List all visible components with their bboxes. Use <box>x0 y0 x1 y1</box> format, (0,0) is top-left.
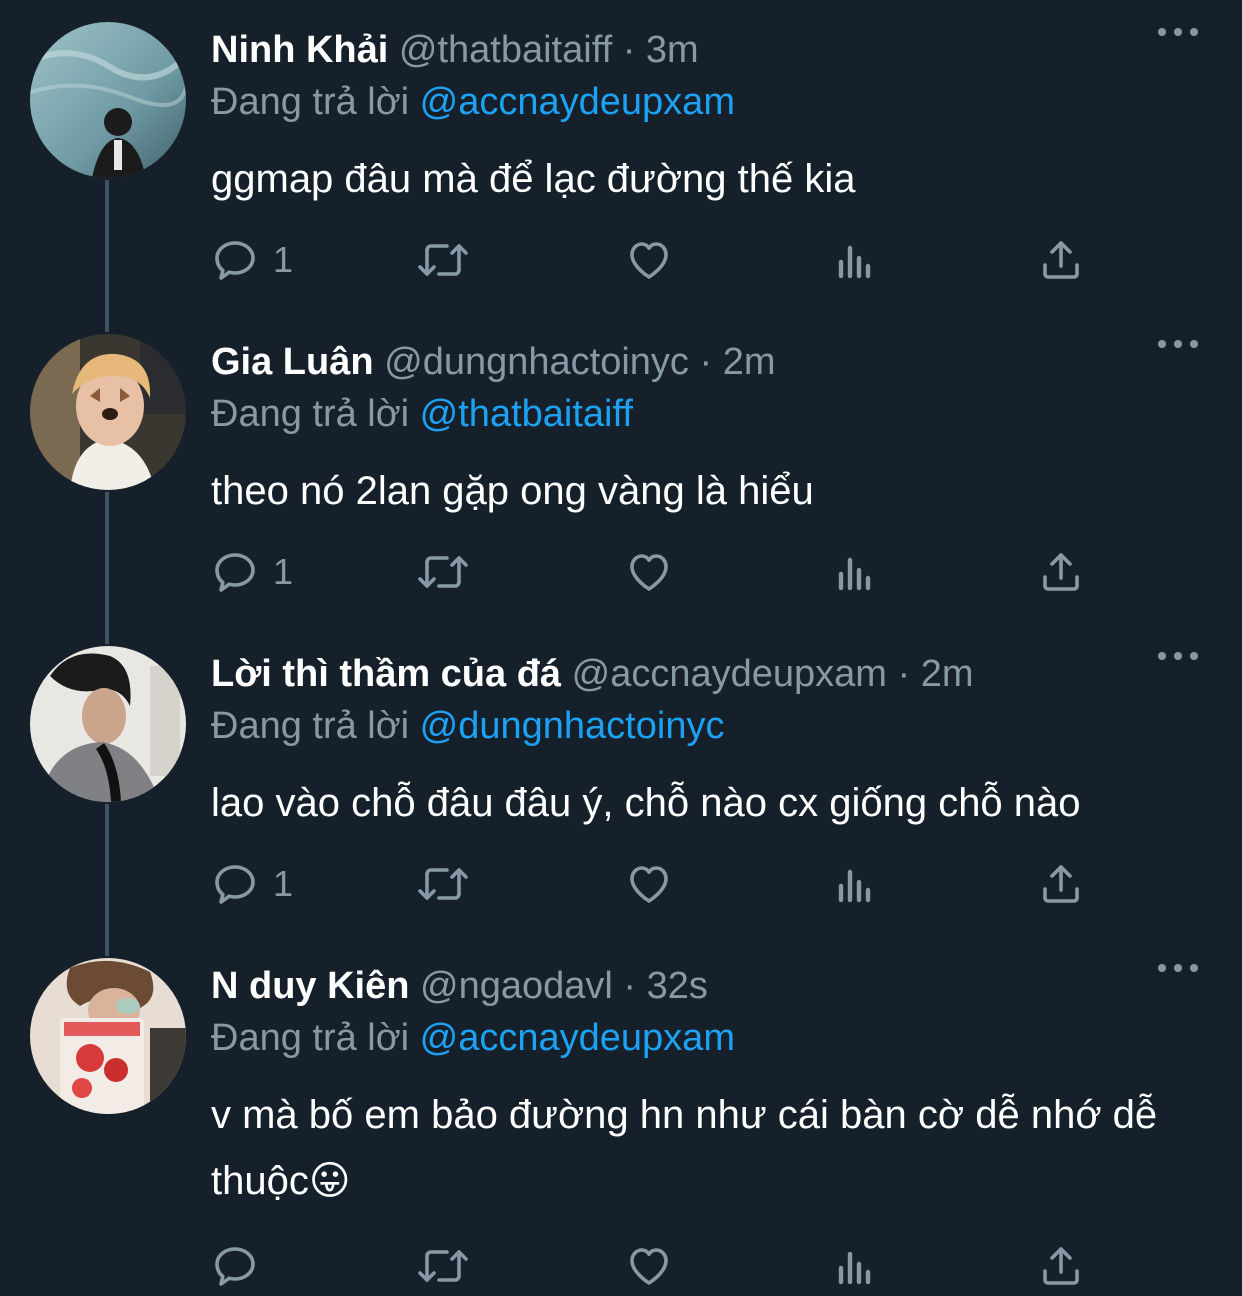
reply-context: Đang trả lời @accnaydeupxam <box>211 1016 735 1060</box>
like-icon <box>630 242 668 279</box>
share-button[interactable] <box>1037 854 1085 914</box>
share-button[interactable] <box>1037 542 1085 602</box>
reply-mention-link[interactable]: @accnaydeupxam <box>420 81 735 123</box>
retweet-button[interactable] <box>415 854 471 914</box>
action-bar: 1 <box>211 230 1111 290</box>
reply-context: Đang trả lời @accnaydeupxam <box>211 80 735 124</box>
avatar[interactable] <box>30 646 186 802</box>
reply-icon <box>215 553 255 592</box>
more-options-icon[interactable] <box>1158 956 1198 980</box>
like-button[interactable] <box>625 1236 673 1296</box>
more-options-icon[interactable] <box>1158 332 1198 356</box>
reply-button[interactable]: 1 <box>211 854 293 914</box>
reply-mention-link[interactable]: @accnaydeupxam <box>420 1017 735 1059</box>
tweet-text: v mà bố em bảo đường hn như cái bàn cờ d… <box>211 1093 1158 1203</box>
avatar[interactable] <box>30 958 186 1114</box>
display-name[interactable]: N duy Kiên <box>211 965 409 1007</box>
handle[interactable]: @accnaydeupxam <box>572 653 887 695</box>
reply-prefix: Đang trả lời <box>211 1017 410 1059</box>
more-options-icon[interactable] <box>1158 20 1198 44</box>
analytics-button[interactable] <box>831 854 879 914</box>
retweet-icon <box>418 1250 468 1282</box>
tweet-text: theo nó 2lan gặp ong vàng là hiểu <box>211 469 814 513</box>
reply-button[interactable]: 1 <box>211 230 293 290</box>
display-name[interactable]: Ninh Khải <box>211 29 388 71</box>
reply-button[interactable]: 1 <box>211 542 293 602</box>
reply-context: Đang trả lời @dungnhactoinyc <box>211 704 724 748</box>
like-icon <box>630 866 668 903</box>
reply-icon <box>215 241 255 280</box>
tweet[interactable]: N duy Kiên @ngaodavl · 32s Đang trả lời … <box>0 936 1242 1289</box>
action-bar <box>211 1236 1111 1296</box>
tweet-header: N duy Kiên @ngaodavl · 32s <box>211 964 1142 1008</box>
share-button[interactable] <box>1037 230 1085 290</box>
reply-prefix: Đang trả lời <box>211 81 410 123</box>
analytics-button[interactable] <box>831 230 879 290</box>
profile-photo-icon <box>30 334 186 490</box>
reply-button[interactable] <box>211 1236 273 1296</box>
profile-photo-icon <box>30 22 186 178</box>
share-icon <box>1043 865 1079 903</box>
retweet-icon <box>418 244 468 276</box>
tweet-header: Gia Luân @dungnhactoinyc · 2m <box>211 340 1142 384</box>
retweet-button[interactable] <box>415 230 471 290</box>
timestamp[interactable]: · 2m <box>699 341 775 383</box>
timestamp[interactable]: · 2m <box>898 653 974 695</box>
tweet[interactable]: Ninh Khải @thatbaitaiff · 3m Đang trả lờ… <box>0 0 1242 312</box>
share-icon <box>1043 241 1079 279</box>
analytics-icon <box>838 557 871 591</box>
reply-count: 1 <box>273 863 294 904</box>
action-bar: 1 <box>211 542 1111 602</box>
retweet-icon <box>418 868 468 900</box>
like-icon <box>630 554 668 591</box>
timestamp[interactable]: · 32s <box>623 965 707 1007</box>
tweet-text: lao vào chỗ đâu đâu ý, chỗ nào cx giống … <box>211 781 1081 825</box>
avatar[interactable] <box>30 22 186 178</box>
like-button[interactable] <box>625 542 673 602</box>
analytics-button[interactable] <box>831 542 879 602</box>
profile-photo-icon <box>30 646 186 802</box>
reply-mention-link[interactable]: @dungnhactoinyc <box>420 705 725 747</box>
tweet-header: Lời thì thầm của đá @accnaydeupxam · 2m <box>211 652 1142 696</box>
analytics-icon <box>838 869 871 903</box>
like-icon <box>630 1248 668 1285</box>
timestamp[interactable]: · 3m <box>623 29 699 71</box>
handle[interactable]: @thatbaitaiff <box>399 29 612 71</box>
reply-count: 1 <box>273 239 294 280</box>
analytics-button[interactable] <box>831 1236 879 1296</box>
retweet-icon <box>418 556 468 588</box>
more-options-icon[interactable] <box>1158 644 1198 668</box>
handle[interactable]: @dungnhactoinyc <box>384 341 689 383</box>
profile-photo-icon <box>30 958 186 1114</box>
reply-context: Đang trả lời @thatbaitaiff <box>211 392 633 436</box>
share-button[interactable] <box>1037 1236 1085 1296</box>
reply-prefix: Đang trả lời <box>211 705 410 747</box>
handle[interactable]: @ngaodavl <box>420 965 613 1007</box>
tweet-header: Ninh Khải @thatbaitaiff · 3m <box>211 28 1142 72</box>
reply-icon <box>215 865 255 904</box>
display-name[interactable]: Lời thì thầm của đá <box>211 653 561 695</box>
share-icon <box>1043 553 1079 591</box>
reply-count: 1 <box>273 551 294 592</box>
tweet[interactable]: Gia Luân @dungnhactoinyc · 2m Đang trả l… <box>0 312 1242 624</box>
reply-mention-link[interactable]: @thatbaitaiff <box>420 393 633 435</box>
action-bar: 1 <box>211 854 1111 914</box>
tweet-text: ggmap đâu mà để lạc đường thế kia <box>211 157 856 201</box>
tweet[interactable]: Lời thì thầm của đá @accnaydeupxam · 2m … <box>0 624 1242 936</box>
like-button[interactable] <box>625 854 673 914</box>
avatar[interactable] <box>30 334 186 490</box>
retweet-button[interactable] <box>415 542 471 602</box>
reply-prefix: Đang trả lời <box>211 393 410 435</box>
reply-icon <box>215 1247 255 1286</box>
like-button[interactable] <box>625 230 673 290</box>
analytics-icon <box>838 1251 871 1285</box>
display-name[interactable]: Gia Luân <box>211 341 374 383</box>
share-icon <box>1043 1247 1079 1285</box>
analytics-icon <box>838 245 871 279</box>
retweet-button[interactable] <box>415 1236 471 1296</box>
